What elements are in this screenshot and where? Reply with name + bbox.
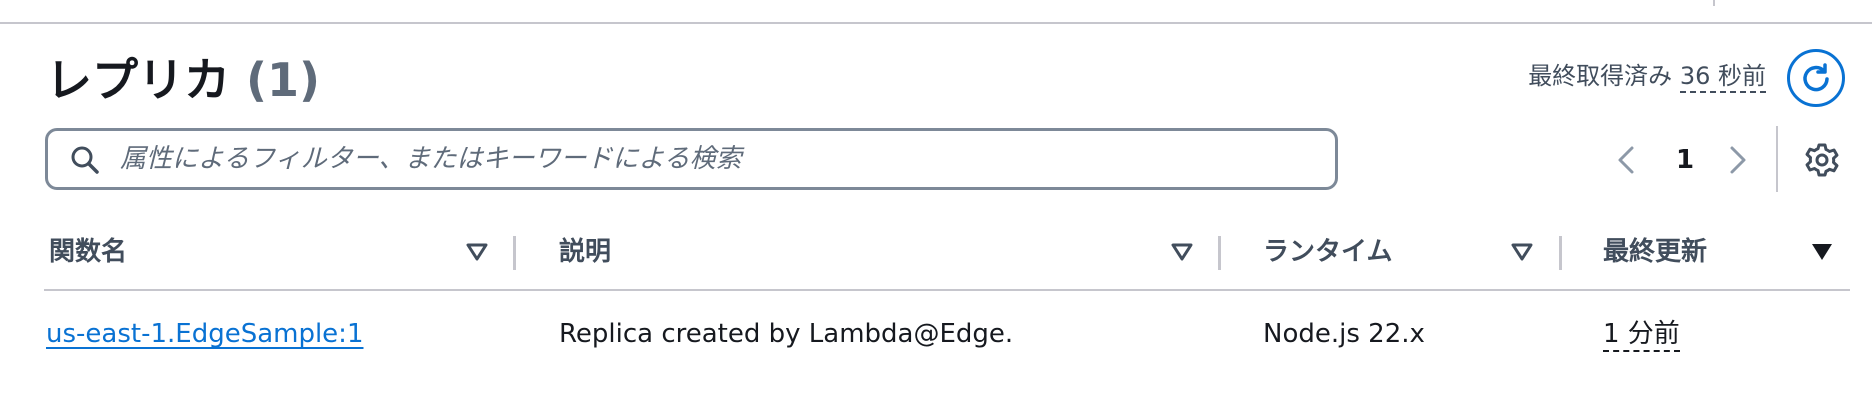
- runtime-cell: Node.js 22.x: [1263, 319, 1425, 349]
- column-header-function-name[interactable]: 関数名: [49, 232, 489, 272]
- table-header-divider: [44, 289, 1850, 291]
- search-placeholder: 属性によるフィルター、またはキーワードによる検索: [120, 144, 742, 174]
- page-title: レプリカ (1): [46, 48, 320, 112]
- last-modified-cell: 1 分前: [1603, 314, 1680, 354]
- column-resizer[interactable]: [1559, 236, 1562, 270]
- chevron-left-icon[interactable]: [1614, 142, 1638, 178]
- sort-caret-icon[interactable]: [466, 242, 488, 262]
- refresh-icon: [1803, 63, 1829, 92]
- top-divider: [0, 22, 1872, 24]
- column-header-description[interactable]: 説明: [559, 232, 1199, 272]
- last-modified-value[interactable]: 1 分前: [1603, 319, 1680, 352]
- description-cell: Replica created by Lambda@Edge.: [559, 319, 1014, 349]
- search-icon: [71, 146, 99, 174]
- sort-caret-filled-icon[interactable]: [1811, 242, 1833, 262]
- top-divider-tick: [1713, 0, 1715, 6]
- column-header-label: 最終更新: [1603, 237, 1708, 267]
- current-page-number[interactable]: 1: [1670, 142, 1700, 178]
- refresh-button[interactable]: [1787, 49, 1845, 107]
- pagination-divider: [1776, 126, 1778, 192]
- column-header-label: 関数名: [49, 237, 128, 267]
- sort-caret-icon[interactable]: [1171, 242, 1193, 262]
- column-header-last-modified[interactable]: 最終更新: [1603, 232, 1843, 272]
- function-name-link[interactable]: us-east-1.EdgeSample:1: [46, 314, 363, 354]
- column-header-label: ランタイム: [1263, 237, 1393, 267]
- column-resizer[interactable]: [513, 236, 516, 270]
- column-header-runtime[interactable]: ランタイム: [1263, 232, 1543, 272]
- last-fetched-label: 最終取得済み: [1528, 62, 1673, 90]
- sort-caret-icon[interactable]: [1511, 242, 1533, 262]
- gear-icon[interactable]: [1804, 142, 1840, 178]
- column-resizer[interactable]: [1218, 236, 1221, 270]
- title-text: レプリカ: [46, 53, 230, 107]
- column-header-label: 説明: [559, 237, 612, 267]
- last-fetched-age[interactable]: 36 秒前: [1679, 62, 1766, 93]
- chevron-right-icon[interactable]: [1726, 142, 1750, 178]
- last-fetched: 最終取得済み 36 秒前: [1528, 58, 1766, 94]
- title-count: (1): [246, 53, 321, 107]
- filter-search-input[interactable]: 属性によるフィルター、またはキーワードによる検索: [45, 128, 1338, 190]
